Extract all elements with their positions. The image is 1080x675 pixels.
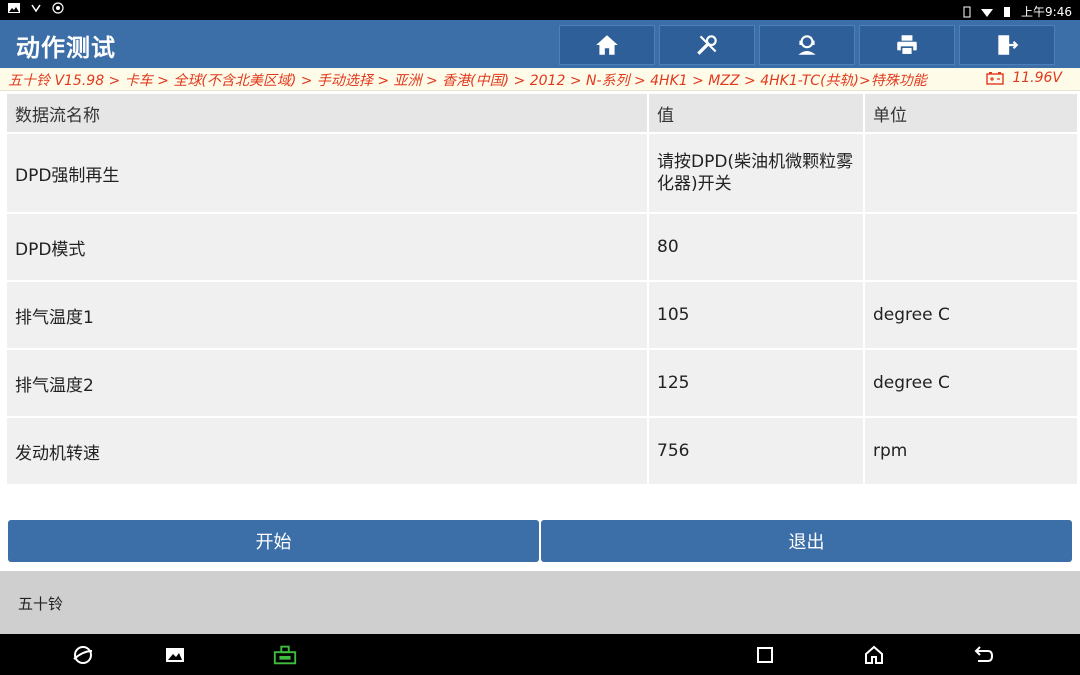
back-icon	[974, 646, 994, 662]
recent-apps-icon	[757, 647, 773, 663]
exit-app-button[interactable]	[959, 25, 1055, 65]
toolbar	[559, 25, 1055, 65]
gallery-button[interactable]	[162, 642, 188, 668]
info-bar: 五十铃	[0, 571, 1080, 634]
table-row: DPD强制再生 请按DPD(柴油机微颗粒雾化器)开关	[5, 132, 1079, 214]
row-value: 125	[647, 348, 865, 418]
page-title: 动作测试	[16, 34, 116, 62]
column-header-value: 值	[647, 92, 865, 134]
browser-icon	[73, 646, 93, 664]
breadcrumb-bar: 五十铃 V15.98 > 卡车 > 全球(不含北美区域) > 手动选择 > 亚洲…	[0, 68, 1080, 91]
home-nav-button[interactable]	[861, 642, 887, 668]
gallery-icon	[166, 648, 184, 662]
voltage-indicator: 11.96V	[986, 70, 1062, 86]
battery-icon	[1004, 6, 1011, 17]
row-unit	[863, 212, 1079, 282]
start-button[interactable]: 开始	[8, 520, 539, 562]
status-time: 上午9:46	[1021, 5, 1072, 19]
home-icon	[596, 35, 618, 55]
wifi-icon	[981, 8, 994, 17]
tools-icon	[697, 35, 717, 55]
table-row: 排气温度2 125 degree C	[5, 348, 1079, 418]
exit-button[interactable]: 退出	[541, 520, 1072, 562]
app-header: 动作测试	[0, 20, 1080, 68]
recent-apps-button[interactable]	[752, 642, 778, 668]
row-unit: degree C	[863, 348, 1079, 418]
voltage-value: 11.96V	[1012, 70, 1062, 86]
vci-button[interactable]	[272, 642, 298, 668]
home-button[interactable]	[559, 25, 655, 65]
usb-icon	[31, 4, 41, 13]
back-button[interactable]	[971, 642, 997, 668]
row-unit	[863, 132, 1079, 214]
status-bar: 上午9:46	[0, 0, 1080, 20]
row-value: 756	[647, 416, 865, 486]
row-unit: degree C	[863, 280, 1079, 350]
support-icon	[798, 35, 816, 55]
row-value: 80	[647, 212, 865, 282]
breadcrumb: 五十铃 V15.98 > 卡车 > 全球(不含北美区域) > 手动选择 > 亚洲…	[8, 73, 927, 89]
vci-icon	[273, 645, 297, 665]
row-name: DPD强制再生	[5, 132, 649, 214]
table-row: DPD模式 80	[5, 212, 1079, 282]
browser-button[interactable]	[70, 642, 96, 668]
column-header-name: 数据流名称	[5, 92, 649, 134]
action-buttons: 开始 退出	[8, 520, 1072, 562]
tools-button[interactable]	[659, 25, 755, 65]
row-name: 发动机转速	[5, 416, 649, 486]
home-nav-icon	[865, 645, 883, 664]
vibrate-icon	[963, 6, 971, 17]
print-icon	[897, 35, 917, 56]
data-stream-table: 数据流名称 值 单位 DPD强制再生 请按DPD(柴油机微颗粒雾化器)开关 DP…	[5, 92, 1079, 486]
support-button[interactable]	[759, 25, 855, 65]
table-header-row: 数据流名称 值 单位	[5, 92, 1079, 134]
row-value: 105	[647, 280, 865, 350]
image-icon	[8, 3, 20, 13]
row-name: DPD模式	[5, 212, 649, 282]
row-unit: rpm	[863, 416, 1079, 486]
exit-icon	[998, 35, 1019, 55]
system-nav-bar	[0, 634, 1080, 675]
print-button[interactable]	[859, 25, 955, 65]
table-row: 排气温度1 105 degree C	[5, 280, 1079, 350]
row-name: 排气温度1	[5, 280, 649, 350]
row-value: 请按DPD(柴油机微颗粒雾化器)开关	[647, 132, 865, 214]
bug-icon	[52, 2, 64, 14]
table-row: 发动机转速 756 rpm	[5, 416, 1079, 486]
vehicle-brand-label: 五十铃	[18, 595, 64, 613]
column-header-unit: 单位	[863, 92, 1079, 134]
row-name: 排气温度2	[5, 348, 649, 418]
battery-voltage-icon	[986, 72, 1005, 85]
